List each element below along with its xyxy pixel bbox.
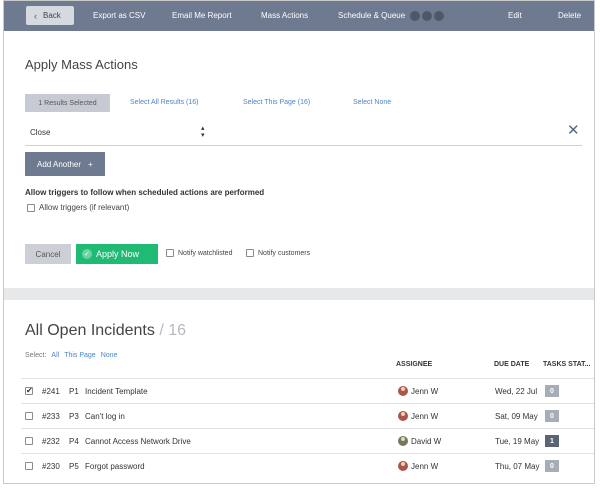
check-circle-icon: ✓ xyxy=(82,249,92,259)
select-label: Select: xyxy=(25,352,47,359)
incident-subject[interactable]: Incident Template xyxy=(85,387,148,396)
back-label: Back xyxy=(43,11,61,20)
select-none-link[interactable]: Select None xyxy=(353,94,391,112)
incident-id: #232 xyxy=(42,437,60,446)
avatar xyxy=(398,386,408,396)
app-window: ‹ Back Export as CSV Email Me Report Mas… xyxy=(3,0,595,484)
incident-assignee: Jenn W xyxy=(411,387,439,396)
mass-actions-title: Apply Mass Actions xyxy=(25,57,138,72)
column-header-tasks-status[interactable]: TASKS STAT... xyxy=(543,361,590,368)
incident-subject[interactable]: Forgot password xyxy=(85,462,145,471)
chevron-left-icon: ‹ xyxy=(34,10,37,21)
incident-due-date: Sat, 09 May xyxy=(495,412,538,421)
row-checkbox[interactable] xyxy=(25,386,33,395)
incident-subject[interactable]: Cannot Access Network Drive xyxy=(85,437,191,446)
add-another-label: Add Another xyxy=(37,159,82,169)
incident-priority: P3 xyxy=(69,412,79,421)
incident-due-date: Wed, 22 Jul xyxy=(495,387,538,396)
incident-id: #241 xyxy=(42,387,60,396)
select-this-page-link[interactable]: Select This Page (16) xyxy=(243,94,310,112)
delete-button[interactable]: Delete xyxy=(558,1,581,31)
action-select-value: Close xyxy=(30,128,51,137)
table-row[interactable]: #230 P5 Forgot password Jenn W Thu, 07 M… xyxy=(21,453,594,478)
plus-icon: + xyxy=(88,159,93,169)
incident-id: #233 xyxy=(42,412,60,421)
edit-button[interactable]: Edit xyxy=(508,1,522,31)
column-header-due-date[interactable]: DUE DATE xyxy=(494,361,529,368)
allow-triggers-label: Allow triggers (if relevant) xyxy=(39,203,130,212)
apply-now-button[interactable]: ✓ Apply Now xyxy=(76,244,158,264)
remove-action-icon[interactable]: ✕ xyxy=(567,123,580,139)
table-row[interactable]: #233 P3 Can't log in Jenn W Sat, 09 May … xyxy=(21,403,594,428)
incident-due-date: Tue, 19 May xyxy=(495,437,540,446)
notify-customers-option: Notify customers xyxy=(246,249,310,257)
notify-watchlisted-option: Notify watchlisted xyxy=(166,249,232,257)
section-divider xyxy=(4,288,594,300)
select-arrows-icon: ▴ ▾ xyxy=(201,125,205,139)
select-all-results-link[interactable]: Select All Results (16) xyxy=(130,94,198,112)
table-row[interactable]: #232 P4 Cannot Access Network Drive Davi… xyxy=(21,428,594,453)
cancel-button[interactable]: Cancel xyxy=(25,244,71,264)
column-header-assignee[interactable]: ASSIGNEE xyxy=(396,361,432,368)
results-selected-tab[interactable]: 1 Results Selected xyxy=(25,94,110,112)
incidents-count: / 16 xyxy=(159,322,186,339)
top-toolbar: ‹ Back Export as CSV Email Me Report Mas… xyxy=(4,1,594,31)
more-options-button[interactable] xyxy=(410,11,444,21)
tasks-badge: 0 xyxy=(545,460,559,472)
incident-priority: P5 xyxy=(69,462,79,471)
allow-triggers-checkbox[interactable] xyxy=(27,203,35,212)
avatar xyxy=(398,411,408,421)
avatar xyxy=(398,436,408,446)
add-another-button[interactable]: Add Another + xyxy=(25,152,105,176)
dot-icon xyxy=(410,11,420,21)
incident-id: #230 xyxy=(42,462,60,471)
notify-watchlisted-label: Notify watchlisted xyxy=(178,249,233,257)
tasks-badge: 0 xyxy=(545,385,559,397)
incidents-title-text: All Open Incidents xyxy=(25,322,155,339)
notify-customers-label: Notify customers xyxy=(258,249,311,257)
schedule-queue-button[interactable]: Schedule & Queue xyxy=(338,1,405,31)
incident-assignee: David W xyxy=(411,437,442,446)
avatar xyxy=(398,461,408,471)
incident-assignee: Jenn W xyxy=(411,462,439,471)
incident-subject[interactable]: Can't log in xyxy=(85,412,125,421)
incidents-title: All Open Incidents / 16 xyxy=(25,322,186,340)
tasks-badge: 1 xyxy=(545,435,559,447)
dot-icon xyxy=(434,11,444,21)
select-all-link[interactable]: All xyxy=(51,352,59,359)
tasks-badge: 0 xyxy=(545,410,559,422)
allow-triggers-option: Allow triggers (if relevant) xyxy=(27,203,129,212)
action-select[interactable]: Close ▴ ▾ ✕ xyxy=(25,121,582,146)
apply-now-label: Apply Now xyxy=(96,249,140,259)
dot-icon xyxy=(422,11,432,21)
row-checkbox[interactable] xyxy=(25,462,33,470)
notify-customers-checkbox[interactable] xyxy=(246,249,254,257)
triggers-heading: Allow triggers to follow when scheduled … xyxy=(25,188,265,197)
back-button[interactable]: ‹ Back xyxy=(26,6,74,25)
incident-priority: P1 xyxy=(69,387,79,396)
mass-actions-button[interactable]: Mass Actions xyxy=(261,1,308,31)
export-csv-button[interactable]: Export as CSV xyxy=(93,1,145,31)
select-page-link[interactable]: This Page xyxy=(64,352,96,359)
notify-watchlisted-checkbox[interactable] xyxy=(166,249,174,257)
incident-assignee: Jenn W xyxy=(411,412,439,421)
list-select-controls: Select: All This Page None xyxy=(25,352,117,359)
row-checkbox[interactable] xyxy=(25,412,33,420)
row-checkbox[interactable] xyxy=(25,437,33,445)
incident-due-date: Thu, 07 May xyxy=(495,462,540,471)
select-none-list-link[interactable]: None xyxy=(101,352,118,359)
email-report-button[interactable]: Email Me Report xyxy=(172,1,232,31)
incident-priority: P4 xyxy=(69,437,79,446)
table-row[interactable]: #241 P1 Incident Template Jenn W Wed, 22… xyxy=(21,378,594,403)
